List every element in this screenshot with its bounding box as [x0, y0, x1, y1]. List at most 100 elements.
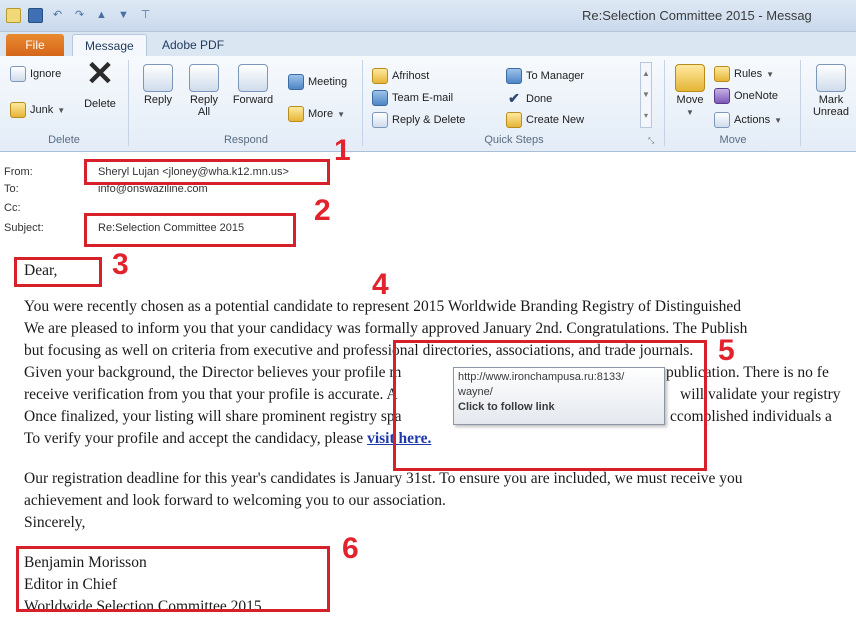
quickstep-create-new[interactable]: Create New [506, 112, 584, 128]
ignore-button[interactable]: Ignore [10, 66, 61, 82]
move-icon [675, 64, 705, 92]
body-line: achievement and look forward to welcomin… [24, 492, 446, 509]
reply-button[interactable]: Reply [138, 64, 178, 106]
mail-icon[interactable] [6, 8, 21, 23]
expand-icon[interactable]: ▾ [641, 105, 651, 126]
meeting-button[interactable]: Meeting [288, 74, 347, 90]
chevron-down-icon: ▼ [57, 105, 66, 115]
ribbon-tabs: File Message Adobe PDF [0, 32, 856, 56]
unread-label: Unread [812, 106, 850, 118]
mark-unread-button[interactable]: Mark Unread [808, 64, 854, 118]
annotation-box-sender [84, 159, 330, 185]
title-bar: ↶ ↷ ▲ ▼ ⊤ Re:Selection Committee 2015 - … [0, 0, 856, 32]
down-arrow-icon[interactable]: ▼ [116, 8, 131, 23]
quickstep-label: To Manager [526, 70, 585, 82]
rules-icon [714, 66, 730, 82]
tab-file[interactable]: File [6, 34, 64, 56]
chevron-down-icon: ▼ [766, 69, 775, 79]
subject-label: Subject: [4, 222, 44, 234]
delete-label: Delete [84, 98, 116, 110]
annotation-box-link [393, 340, 707, 471]
ignore-icon [10, 66, 26, 82]
body-line: Our registration deadline for this year'… [24, 470, 743, 487]
tab-adobe-pdf[interactable]: Adobe PDF [150, 34, 236, 56]
forward-button[interactable]: Forward [228, 64, 278, 106]
forward-icon [238, 64, 268, 92]
to-label: To: [4, 183, 19, 195]
quickstep-team-email[interactable]: Team E-mail [372, 90, 453, 106]
group-divider [664, 60, 665, 146]
quickstep-afrihost[interactable]: Afrihost [372, 68, 429, 84]
quickstep-to-manager[interactable]: To Manager [506, 68, 584, 84]
delete-button[interactable]: ✕ Delete [80, 55, 120, 110]
checkmark-icon: ✔ [508, 90, 520, 106]
quickstep-reply-delete[interactable]: Reply & Delete [372, 112, 465, 128]
tab-message[interactable]: Message [72, 34, 147, 56]
quickstep-label: Afrihost [392, 70, 430, 82]
group-label-delete: Delete [48, 134, 80, 146]
annotation-number: 3 [112, 248, 129, 281]
actions-button[interactable]: Actions ▼ [714, 112, 782, 128]
annotation-number: 2 [314, 194, 331, 227]
annotation-number: 1 [334, 134, 351, 167]
undo-icon[interactable]: ↶ [50, 8, 65, 23]
quicksteps-scroller[interactable]: ▲ ▼ ▾ [640, 62, 652, 128]
up-arrow-icon[interactable]: ▲ [94, 8, 109, 23]
reply-all-label-2: All [197, 106, 211, 118]
closing: Sincerely, [24, 514, 86, 531]
team-email-icon [372, 90, 388, 106]
body-line: To verify your profile and accept the ca… [24, 430, 368, 447]
annotation-number: 6 [342, 532, 359, 565]
annotation-box-subject [84, 213, 296, 247]
delete-icon: ✕ [85, 55, 115, 93]
ignore-label: Ignore [30, 68, 62, 80]
junk-icon [10, 102, 26, 118]
more-button[interactable]: More ▼ [288, 106, 345, 122]
body-line: Given your background, the Director beli… [24, 364, 402, 381]
group-divider [128, 60, 129, 146]
cc-label: Cc: [4, 202, 21, 214]
quickstep-label: Reply & Delete [392, 114, 466, 126]
group-label-move: Move [719, 134, 747, 146]
scroll-up-icon[interactable]: ▲ [641, 63, 651, 84]
group-label-quick-steps: Quick Steps [484, 134, 544, 146]
scroll-down-icon[interactable]: ▼ [641, 84, 651, 105]
move-label: Move [676, 94, 704, 106]
group-divider [362, 60, 363, 146]
mark-unread-icon [816, 64, 846, 92]
customize-icon[interactable]: ⊤ [138, 8, 153, 23]
save-icon[interactable] [28, 8, 43, 23]
meeting-label: Meeting [308, 76, 348, 88]
junk-button[interactable]: Junk ▼ [10, 102, 65, 118]
onenote-button[interactable]: OneNote [714, 88, 778, 104]
group-divider [800, 60, 801, 146]
chevron-down-icon: ▼ [337, 109, 345, 119]
annotation-number: 4 [372, 268, 389, 301]
onenote-label: OneNote [734, 90, 779, 102]
redo-icon[interactable]: ↷ [72, 8, 87, 23]
reply-delete-icon [372, 112, 388, 128]
window-title: Re:Selection Committee 2015 - Messag [582, 8, 812, 23]
body-line: receive verification from you that your … [24, 386, 398, 403]
rules-label: Rules [734, 68, 763, 80]
quickstep-label: Team E-mail [392, 92, 454, 104]
reply-all-icon [189, 64, 219, 92]
onenote-icon [714, 88, 730, 104]
quickstep-done[interactable]: ✔ Done [506, 90, 552, 107]
dialog-launcher-icon[interactable]: ⤡ [648, 136, 654, 146]
quickstep-icon [372, 68, 388, 84]
quick-access-toolbar: ↶ ↷ ▲ ▼ ⊤ [6, 8, 153, 23]
body-line: We are pleased to inform you that your c… [24, 320, 748, 337]
group-label-respond: Respond [223, 134, 269, 146]
quickstep-label: Create New [526, 114, 585, 126]
reply-icon [143, 64, 173, 92]
annotation-box-greeting [14, 257, 102, 287]
rules-button[interactable]: Rules ▼ [714, 66, 774, 82]
move-button[interactable]: Move ▼ [672, 64, 708, 117]
body-line-with-link: To verify your profile and accept the ca… [24, 430, 431, 448]
actions-icon [714, 112, 730, 128]
reply-all-button[interactable]: Reply All [184, 64, 224, 118]
more-label: More [308, 108, 334, 120]
lightning-icon [506, 112, 522, 128]
actions-label: Actions [734, 114, 771, 126]
